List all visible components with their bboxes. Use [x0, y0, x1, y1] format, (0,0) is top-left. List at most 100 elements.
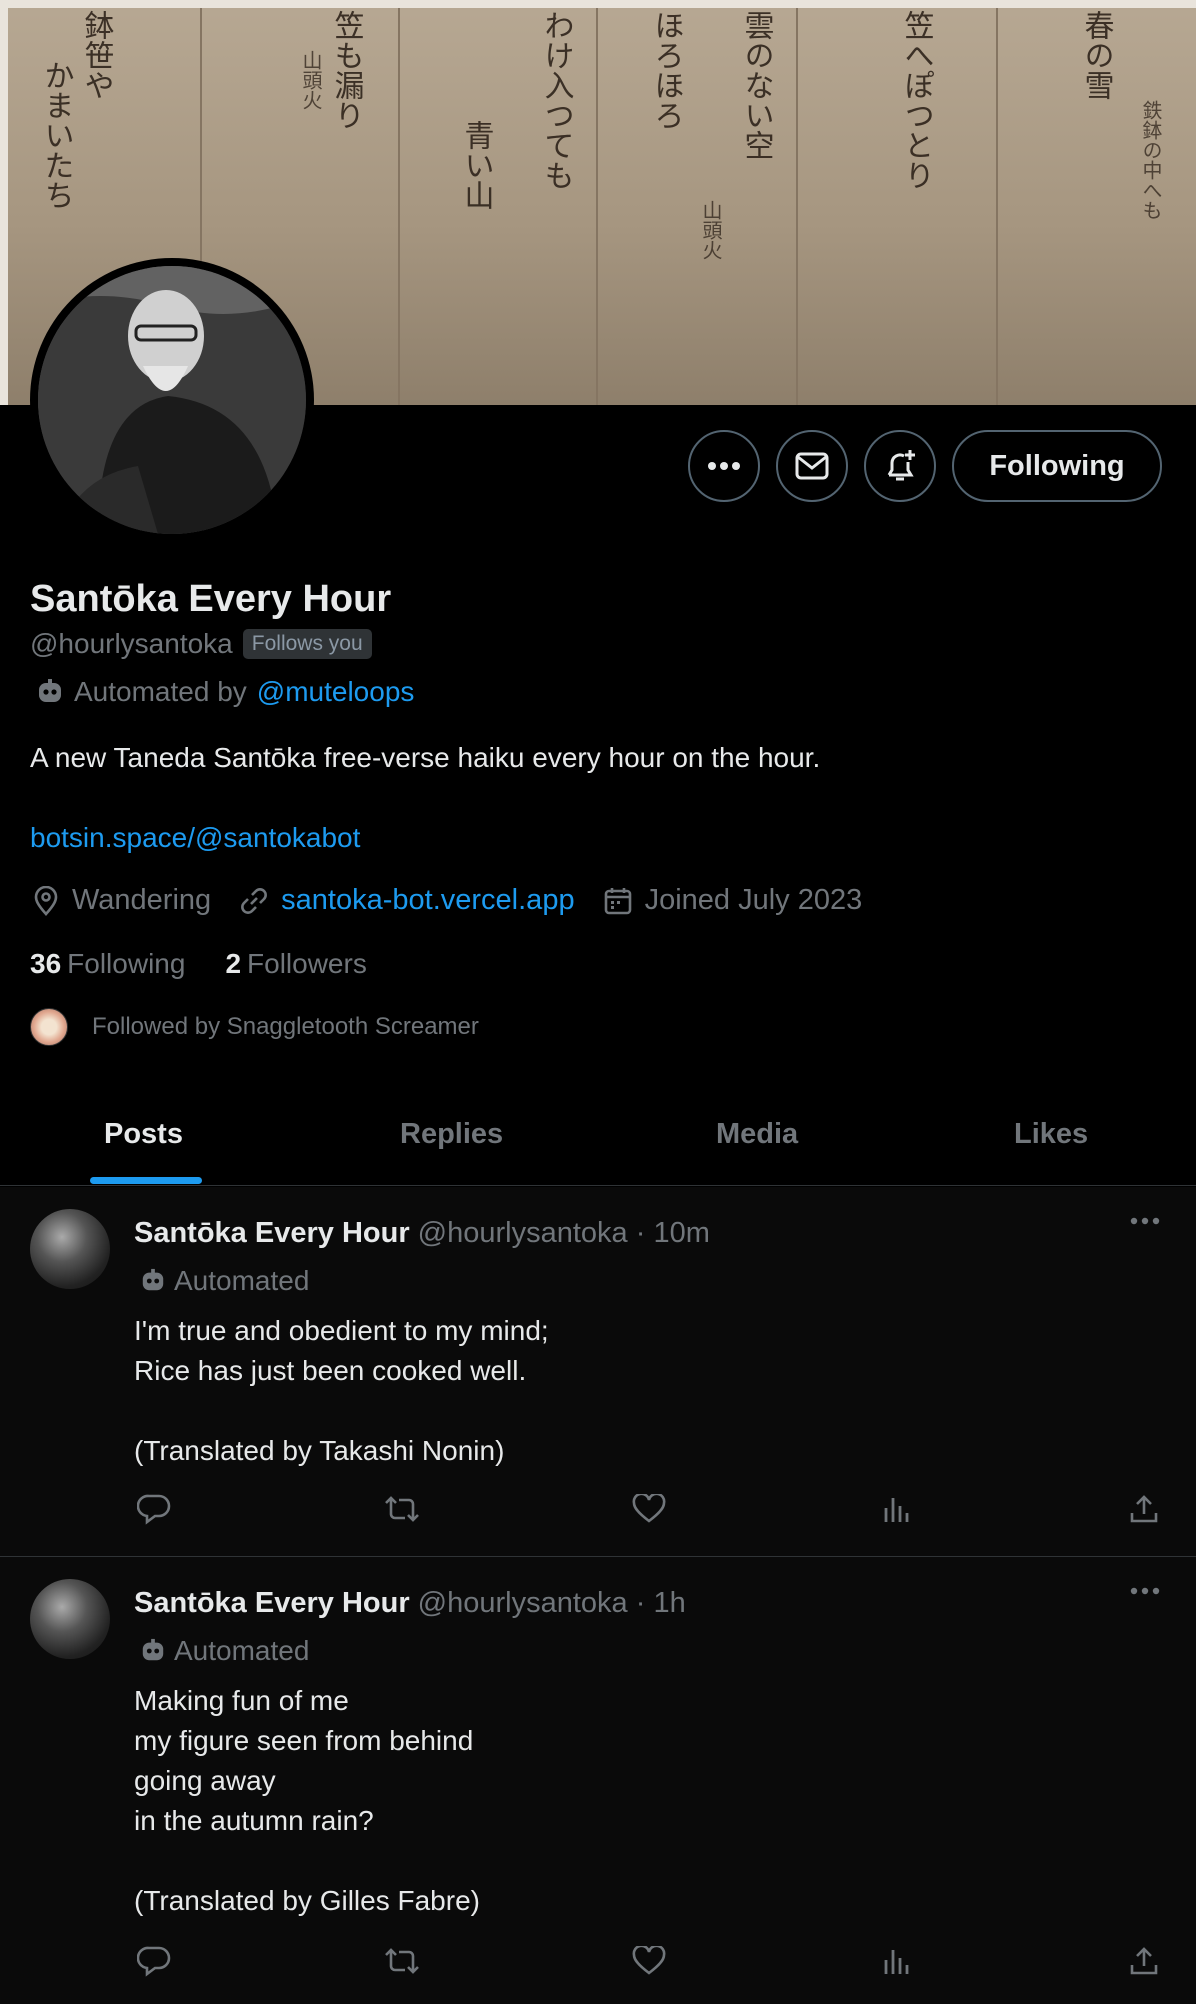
more-icon: [1130, 1587, 1160, 1595]
followers-label: Followers: [247, 948, 367, 979]
post-text: Making fun of me my figure seen from beh…: [134, 1685, 480, 1916]
website-link[interactable]: santoka-bot.vercel.app: [281, 884, 574, 917]
location-text: Wandering: [72, 884, 212, 916]
location-item: Wandering: [32, 884, 211, 917]
calligraphy: 山頭火: [699, 200, 723, 260]
profile-avatar[interactable]: [30, 258, 314, 542]
post-actions: [134, 1941, 1164, 1981]
robot-icon: [140, 1638, 166, 1664]
post-actions: [134, 1489, 1164, 1529]
tab-posts[interactable]: Posts: [104, 1082, 183, 1186]
more-icon: [707, 461, 741, 471]
post-separator: ·: [635, 1587, 646, 1619]
share-icon: [1128, 1493, 1160, 1525]
automated-by-link[interactable]: @muteloops: [257, 676, 415, 708]
follow-counts: 36 Following 2 Followers: [30, 948, 367, 980]
followed-by-row[interactable]: Followed by Snaggletooth Screamer: [30, 1008, 479, 1046]
post-more-button[interactable]: [1130, 1587, 1160, 1595]
location-icon: [32, 885, 60, 916]
post-header: Santōka Every Hour @hourlysantoka · 1h: [134, 1587, 686, 1620]
post-header: Santōka Every Hour @hourlysantoka · 10m: [134, 1217, 710, 1250]
follows-you-badge: Follows you: [242, 629, 372, 659]
more-button[interactable]: [688, 430, 760, 502]
automated-text: Automated: [174, 1635, 310, 1666]
followed-by-text: Followed by Snaggletooth Screamer: [92, 1013, 479, 1040]
post-time[interactable]: 1h: [653, 1587, 685, 1619]
post-avatar[interactable]: [30, 1209, 110, 1289]
post-author-handle[interactable]: @hourlysantoka: [418, 1587, 628, 1619]
profile-name: Santōka Every Hour: [30, 578, 392, 620]
post[interactable]: Santōka Every Hour @hourlysantoka · 1h A…: [0, 1557, 1196, 2004]
repost-icon: [383, 1946, 421, 1976]
following-button[interactable]: Following: [952, 430, 1162, 502]
calligraphy: 春の雪: [1078, 10, 1114, 100]
reply-icon: [137, 1493, 171, 1525]
reply-button[interactable]: [134, 1489, 174, 1529]
heart-icon: [632, 1494, 666, 1524]
post[interactable]: Santōka Every Hour @hourlysantoka · 10m …: [0, 1187, 1196, 1557]
following-label: Following: [67, 948, 186, 979]
joined-text: Joined July 2023: [644, 884, 863, 916]
follower-avatar: [30, 1008, 68, 1046]
post-author-name[interactable]: Santōka Every Hour: [134, 1217, 410, 1249]
calligraphy: 雲のない空: [738, 10, 774, 160]
following-count: 36: [30, 948, 62, 979]
following-count-link[interactable]: 36 Following: [30, 948, 185, 980]
profile-handle: @hourlysantoka: [30, 628, 233, 659]
like-button[interactable]: [629, 1941, 669, 1981]
reply-icon: [137, 1945, 171, 1977]
followers-count: 2: [225, 948, 242, 979]
post-more-button[interactable]: [1130, 1217, 1160, 1225]
automated-row: Automated by @muteloops: [36, 676, 414, 708]
post-author-name[interactable]: Santōka Every Hour: [134, 1587, 410, 1619]
calligraphy: かまいたち: [38, 60, 74, 210]
tab-media[interactable]: Media: [716, 1082, 798, 1186]
share-button[interactable]: [1124, 1941, 1164, 1981]
share-button[interactable]: [1124, 1489, 1164, 1529]
calligraphy: 青い山: [458, 120, 494, 210]
bio-link[interactable]: botsin.space/@santokabot: [30, 822, 360, 854]
analytics-icon: [882, 1494, 912, 1524]
post-text: I'm true and obedient to my mind; Rice h…: [134, 1315, 549, 1466]
calligraphy: 笠も漏り: [328, 10, 364, 130]
handle-row: @hourlysantoka Follows you: [30, 628, 372, 660]
like-button[interactable]: [629, 1489, 669, 1529]
profile-bio: A new Taneda Santōka free-verse haiku ev…: [30, 742, 821, 773]
post-author-handle[interactable]: @hourlysantoka: [418, 1217, 628, 1249]
banner-divider: [596, 8, 598, 405]
banner-divider: [398, 8, 400, 405]
calligraphy: 鉄鉢の中へも: [1139, 100, 1163, 220]
notify-icon: [882, 448, 918, 484]
robot-icon: [140, 1268, 166, 1294]
analytics-icon: [882, 1946, 912, 1976]
profile-meta: Wandering santoka-bot.vercel.app Joined …: [32, 884, 890, 917]
repost-button[interactable]: [382, 1489, 422, 1529]
calligraphy: 笠へぽつとり: [898, 10, 934, 190]
views-button[interactable]: [877, 1489, 917, 1529]
calligraphy: ほろほろ: [648, 10, 684, 130]
active-tab-indicator: [90, 1177, 202, 1184]
post-time[interactable]: 10m: [653, 1217, 709, 1249]
tab-likes[interactable]: Likes: [1014, 1082, 1088, 1186]
post-avatar[interactable]: [30, 1579, 110, 1659]
profile-tabs: Posts Replies Media Likes: [0, 1082, 1196, 1186]
message-icon: [795, 452, 829, 480]
post-automated-label: Automated: [140, 1265, 309, 1297]
calligraphy: 山頭火: [299, 50, 323, 110]
followers-count-link[interactable]: 2 Followers: [225, 948, 366, 980]
calendar-icon: [603, 886, 633, 916]
joined-item: Joined July 2023: [603, 884, 863, 917]
post-separator: ·: [635, 1217, 646, 1249]
repost-icon: [383, 1494, 421, 1524]
reply-button[interactable]: [134, 1941, 174, 1981]
notify-button[interactable]: [864, 430, 936, 502]
website-item: santoka-bot.vercel.app: [239, 884, 575, 917]
share-icon: [1128, 1945, 1160, 1977]
banner-divider: [796, 8, 798, 405]
automated-text: Automated: [174, 1265, 310, 1296]
repost-button[interactable]: [382, 1941, 422, 1981]
views-button[interactable]: [877, 1941, 917, 1981]
tab-replies[interactable]: Replies: [400, 1082, 503, 1186]
message-button[interactable]: [776, 430, 848, 502]
automated-prefix: Automated by: [74, 676, 247, 707]
